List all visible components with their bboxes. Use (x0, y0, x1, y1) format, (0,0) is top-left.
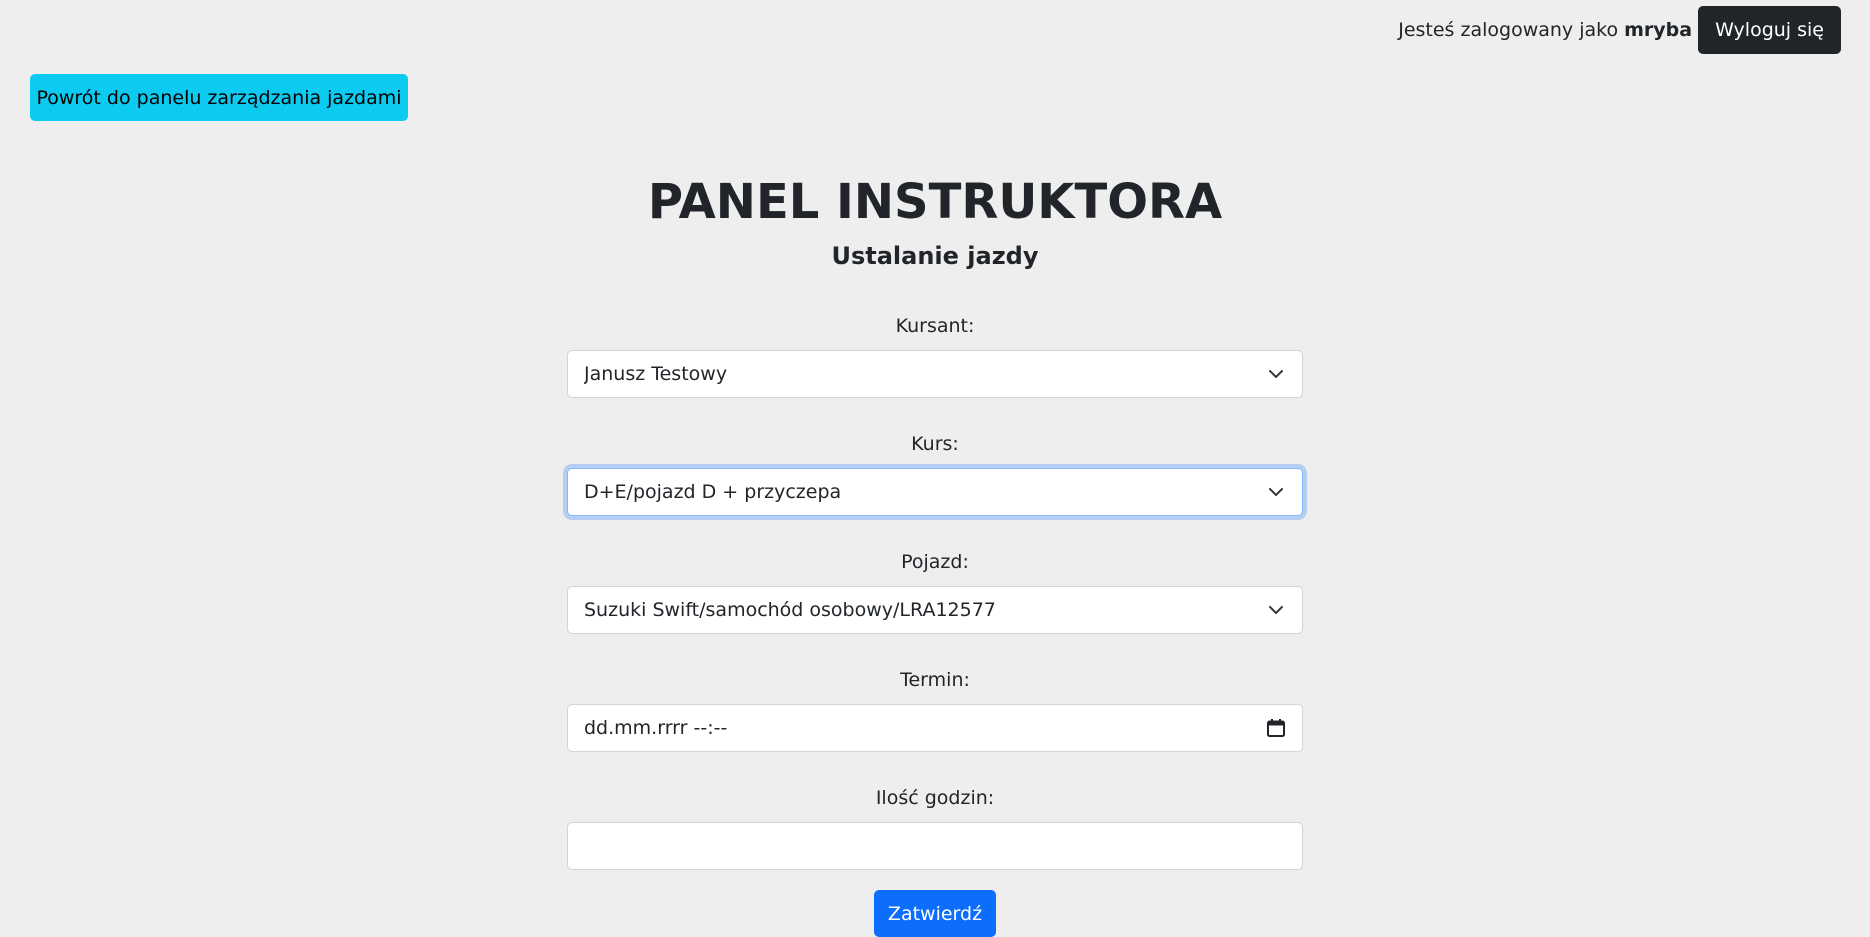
vehicle-select-value: Suzuki Swift/samochód osobowy/LRA12577 (584, 599, 996, 621)
page-subtitle: Ustalanie jazdy (831, 242, 1039, 270)
vehicle-label: Pojazd: (901, 551, 969, 573)
chevron-down-icon (1266, 482, 1286, 502)
course-label: Kurs: (911, 433, 959, 455)
submit-button[interactable]: Zatwierdź (874, 890, 996, 937)
date-label: Termin: (900, 669, 970, 691)
calendar-icon[interactable] (1266, 718, 1286, 738)
page-title: PANEL INSTRUKTORA (647, 174, 1223, 230)
chevron-down-icon (1266, 600, 1286, 620)
logged-in-prefix: Jesteś zalogowany jako (1398, 19, 1619, 41)
username: mryba (1624, 19, 1693, 41)
submit-row: Zatwierdź (567, 890, 1303, 937)
user-bar: Jesteś zalogowany jako mryba Wyloguj się (1398, 6, 1841, 54)
logout-button[interactable]: Wyloguj się (1698, 6, 1841, 54)
date-time-placeholder: dd.mm.rrrr --:-- (584, 717, 728, 739)
logged-in-status: Jesteś zalogowany jako mryba (1398, 19, 1692, 41)
student-select[interactable]: Janusz Testowy (567, 350, 1303, 398)
course-select-value: D+E/pojazd D + przyczepa (584, 481, 842, 503)
date-time-input[interactable]: dd.mm.rrrr --:-- (567, 704, 1303, 752)
student-select-value: Janusz Testowy (584, 363, 728, 385)
ride-form: Kursant: Janusz Testowy Kurs: D+E/pojazd… (567, 312, 1303, 937)
back-to-rides-panel-button[interactable]: Powrót do panelu zarządzania jazdami (30, 74, 408, 121)
vehicle-select[interactable]: Suzuki Swift/samochód osobowy/LRA12577 (567, 586, 1303, 634)
hours-input[interactable] (567, 822, 1303, 870)
course-select[interactable]: D+E/pojazd D + przyczepa (567, 468, 1303, 516)
hours-label: Ilość godzin: (875, 787, 995, 809)
chevron-down-icon (1266, 364, 1286, 384)
student-label: Kursant: (895, 315, 975, 337)
